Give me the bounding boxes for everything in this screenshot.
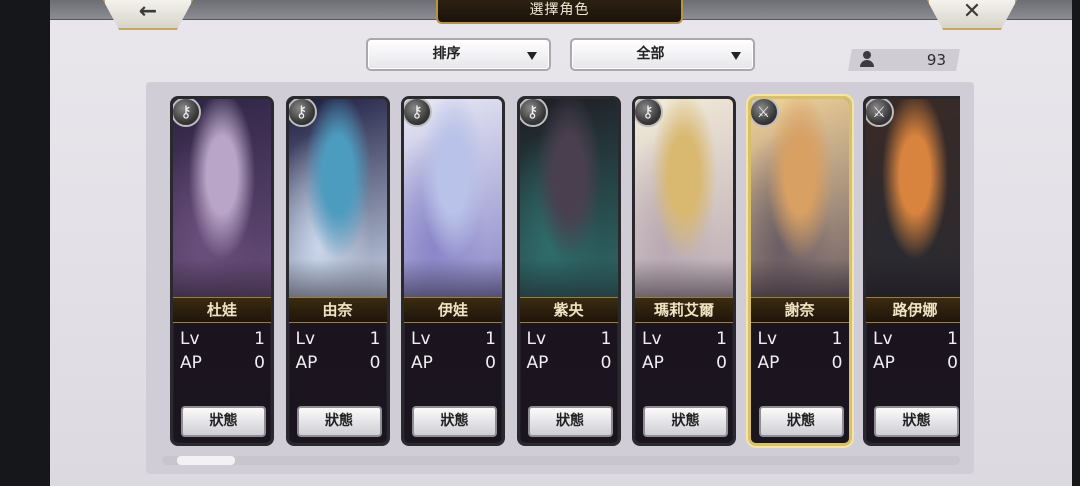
character-card[interactable]: ⚷ 瑪莉艾爾 Lv 1 AP 0 狀態 — [632, 96, 736, 446]
filter-dropdown-label: 全部 — [636, 46, 665, 62]
status-button[interactable]: 狀態 — [758, 406, 844, 437]
filter-dropdown[interactable]: 全部 — [570, 38, 755, 71]
ap-label: AP — [642, 353, 664, 373]
level-value: 1 — [831, 329, 843, 349]
key-icon: ⚷ — [519, 99, 548, 127]
ap-value: 0 — [485, 353, 496, 373]
chevron-down-icon — [527, 52, 537, 60]
key-icon: ⚷ — [635, 99, 663, 127]
status-button[interactable]: 狀態 — [643, 406, 728, 437]
ap-value: 0 — [716, 353, 727, 373]
ap-row: AP 0 — [296, 353, 381, 375]
ap-label: AP — [526, 353, 549, 373]
character-list[interactable]: ⚷ 杜娃 Lv 1 AP 0 狀態 ⚷ 由奈 Lv 1 AP 0 狀態 ⚷ 伊娃 Lv 1 AP 0 狀態 ⚷ 紫央 Lv 1 A… — [160, 92, 960, 448]
ap-value: 0 — [831, 353, 843, 373]
level-row: Lv 1 — [873, 329, 958, 351]
user-icon — [860, 51, 874, 67]
level-value: 1 — [947, 329, 958, 349]
character-name: 瑪莉艾爾 — [635, 297, 733, 323]
level-row: Lv 1 — [411, 329, 496, 351]
level-label: Lv — [411, 329, 431, 349]
character-card[interactable]: ⚷ 杜娃 Lv 1 AP 0 狀態 — [170, 96, 274, 446]
page-title: 選擇角色 — [436, 0, 683, 24]
level-row: Lv 1 — [180, 329, 265, 351]
scrollbar-thumb[interactable] — [177, 456, 235, 465]
status-button[interactable]: 狀態 — [412, 406, 497, 437]
ap-label: AP — [873, 353, 895, 373]
level-row: Lv 1 — [527, 329, 612, 351]
level-value: 1 — [716, 329, 727, 349]
character-card[interactable]: ⚷ 伊娃 Lv 1 AP 0 狀態 — [401, 96, 505, 446]
character-count: 93 — [926, 51, 946, 69]
key-icon: ⚷ — [173, 99, 201, 127]
chevron-down-icon — [731, 52, 741, 60]
right-bezel — [1072, 0, 1080, 486]
character-name: 伊娃 — [404, 297, 502, 323]
character-card[interactable]: ⚷ 紫央 Lv 1 AP 0 狀態 — [516, 96, 621, 446]
sword-icon: ⚔ — [750, 99, 779, 127]
key-icon: ⚷ — [288, 99, 317, 127]
character-name: 杜娃 — [173, 297, 271, 323]
character-name: 路伊娜 — [866, 297, 960, 323]
level-row: Lv 1 — [296, 329, 381, 351]
ap-label: AP — [295, 353, 318, 373]
ap-row: AP 0 — [642, 353, 727, 375]
sort-dropdown-label: 排序 — [432, 46, 461, 62]
level-value: 1 — [600, 329, 612, 349]
character-card[interactable]: ⚷ 由奈 Lv 1 AP 0 狀態 — [285, 96, 390, 446]
ap-value: 0 — [254, 353, 265, 373]
ap-label: AP — [180, 353, 202, 373]
level-label: Lv — [642, 329, 662, 349]
character-name: 由奈 — [288, 297, 387, 323]
sort-dropdown[interactable]: 排序 — [366, 38, 551, 71]
ap-value: 0 — [600, 353, 612, 373]
character-card[interactable]: ⚔ 謝奈 Lv 1 AP 0 狀態 — [747, 96, 852, 446]
level-row: Lv 1 — [758, 329, 843, 351]
status-button[interactable]: 狀態 — [874, 406, 959, 437]
ap-row: AP 0 — [527, 353, 612, 375]
level-label: Lv — [180, 329, 200, 349]
sword-icon: ⚔ — [866, 99, 894, 127]
ap-value: 0 — [947, 353, 958, 373]
character-card[interactable]: ⚔ 路伊娜 Lv 1 AP 0 狀態 — [863, 96, 960, 446]
level-value: 1 — [369, 329, 381, 349]
left-bezel — [0, 0, 50, 486]
close-icon: ✕ — [962, 0, 982, 24]
level-row: Lv 1 — [642, 329, 727, 351]
level-value: 1 — [485, 329, 496, 349]
level-label: Lv — [526, 329, 547, 349]
ap-label: AP — [411, 353, 433, 373]
level-label: Lv — [757, 329, 778, 349]
character-name: 紫央 — [519, 297, 618, 323]
status-button[interactable]: 狀態 — [296, 406, 382, 437]
back-arrow-icon: ← — [138, 0, 158, 24]
level-value: 1 — [254, 329, 265, 349]
ap-label: AP — [757, 353, 780, 373]
status-button[interactable]: 狀態 — [181, 406, 266, 437]
ap-row: AP 0 — [873, 353, 958, 375]
level-label: Lv — [295, 329, 316, 349]
level-label: Lv — [873, 329, 893, 349]
ap-row: AP 0 — [411, 353, 496, 375]
horizontal-scrollbar[interactable] — [162, 456, 960, 465]
ap-value: 0 — [369, 353, 381, 373]
key-icon: ⚷ — [404, 99, 432, 127]
character-name: 謝奈 — [750, 297, 849, 323]
ap-row: AP 0 — [180, 353, 265, 375]
ap-row: AP 0 — [758, 353, 843, 375]
status-button[interactable]: 狀態 — [527, 406, 613, 437]
